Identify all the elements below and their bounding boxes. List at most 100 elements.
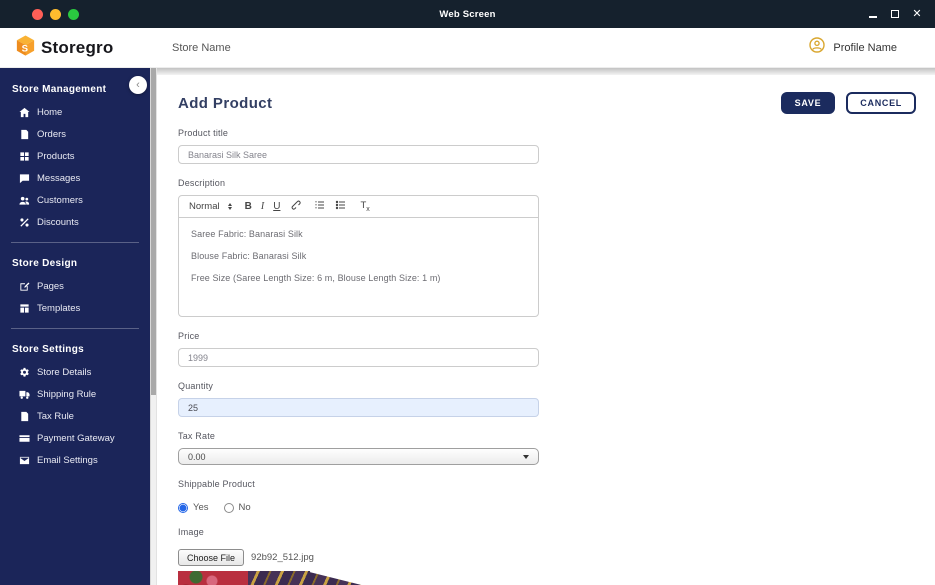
- sidebar-section-title: Store Design: [12, 258, 78, 269]
- description-paragraph: Blouse Fabric: Banarasi Silk: [191, 251, 307, 261]
- pages-icon: [18, 280, 30, 292]
- sidebar-item-label: Discounts: [37, 216, 79, 228]
- orders-icon: [18, 128, 30, 140]
- sidebar-item-orders[interactable]: Orders: [0, 123, 150, 145]
- discounts-icon: [18, 216, 30, 228]
- store-name: Store Name: [172, 41, 231, 54]
- close-icon[interactable]: ✕: [909, 6, 925, 22]
- sidebar-item-products[interactable]: Products: [0, 145, 150, 167]
- store-details-icon: [18, 366, 30, 378]
- bullet-list-icon[interactable]: [335, 199, 347, 214]
- traffic-lights: [32, 8, 79, 20]
- storegro-logo[interactable]: S Storegro: [0, 34, 150, 62]
- sidebar-collapse-button[interactable]: ‹: [129, 76, 147, 94]
- description-label: Description: [178, 178, 226, 188]
- shippable-yes-radio[interactable]: Yes: [178, 502, 209, 513]
- sidebar-item-discounts[interactable]: Discounts: [0, 211, 150, 233]
- quantity-input[interactable]: [178, 398, 539, 417]
- sidebar-item-label: Home: [37, 106, 63, 118]
- home-icon: [18, 106, 30, 118]
- description-paragraph: Saree Fabric: Banarasi Silk: [191, 229, 303, 239]
- svg-text:S: S: [22, 43, 29, 54]
- sidebar-item-label: Templates: [37, 302, 81, 314]
- bold-button[interactable]: B: [245, 201, 252, 212]
- zoom-traffic-light-icon[interactable]: [68, 8, 79, 20]
- file-name: 92b92_512.jpg: [251, 552, 314, 563]
- save-button[interactable]: SAVE: [780, 92, 836, 114]
- clear-formatting-button[interactable]: Tx: [360, 200, 369, 212]
- italic-button[interactable]: I: [261, 201, 264, 212]
- profile-avatar-icon: [809, 37, 826, 58]
- sidebar-item-label: Email Settings: [37, 454, 98, 466]
- window-controls: ✕: [865, 6, 925, 22]
- product-title-label: Product title: [178, 128, 229, 138]
- app-header: S Storegro Store Name Profile Name: [0, 28, 935, 68]
- messages-icon: [18, 172, 30, 184]
- tax-rate-select[interactable]: 0.00: [178, 448, 539, 465]
- radio-circle-icon: [178, 502, 188, 513]
- select-caret-icon: [523, 454, 529, 459]
- shippable-no-radio[interactable]: No: [223, 502, 251, 513]
- products-icon: [18, 150, 30, 162]
- app-window: Web Screen ✕ S Storegro Store Name Profi…: [0, 0, 935, 585]
- quantity-label: Quantity: [178, 381, 214, 391]
- sidebar-item-messages[interactable]: Messages: [0, 167, 150, 189]
- product-title-input[interactable]: [178, 145, 539, 164]
- sidebar-item-templates[interactable]: Templates: [0, 297, 150, 319]
- dropdown-caret-icon: [227, 203, 232, 210]
- minimize-icon[interactable]: [865, 6, 881, 22]
- profile-name: Profile Name: [833, 41, 897, 54]
- sidebar-item-email-settings[interactable]: Email Settings: [0, 449, 150, 471]
- logo-cube-icon: S: [14, 34, 37, 62]
- email-icon: [18, 454, 30, 466]
- sidebar-sections: Store Management Home Orders Products Messag…: [0, 70, 150, 471]
- vertical-scrollbar[interactable]: [150, 68, 157, 585]
- sidebar-item-label: Shipping Rule: [37, 388, 97, 400]
- sidebar: ‹ Store Management Home Orders Products Mess…: [0, 68, 150, 585]
- sidebar-item-payment-gateway[interactable]: Payment Gateway: [0, 427, 150, 449]
- window-title: Web Screen: [439, 8, 496, 20]
- minimize-traffic-light-icon[interactable]: [50, 8, 61, 20]
- shippable-product-label: Shippable Product: [178, 479, 255, 489]
- description-paragraph: Free Size (Saree Length Size: 6 m, Blous…: [191, 273, 441, 283]
- sidebar-item-label: Pages: [37, 280, 64, 292]
- sidebar-item-store-details[interactable]: Store Details: [0, 361, 150, 383]
- customers-icon: [18, 194, 30, 206]
- editor-toolbar: Normal B I U Tx: [179, 196, 538, 218]
- shippable-radio-group: Yes No: [178, 502, 539, 513]
- sidebar-section-title: Store Management: [12, 84, 107, 95]
- sidebar-item-shipping-rule[interactable]: Shipping Rule: [0, 383, 150, 405]
- templates-icon: [18, 302, 30, 314]
- header-shadow: [157, 68, 935, 75]
- radio-circle-icon: [223, 502, 234, 513]
- titlebar: Web Screen ✕: [0, 0, 935, 28]
- payment-icon: [18, 432, 30, 444]
- sidebar-item-customers[interactable]: Customers: [0, 189, 150, 211]
- page-title: Add Product: [178, 94, 273, 112]
- sidebar-item-home[interactable]: Home: [0, 101, 150, 123]
- maximize-icon[interactable]: [887, 6, 903, 22]
- sidebar-section-title: Store Settings: [12, 344, 84, 355]
- scrollbar-thumb[interactable]: [151, 68, 156, 395]
- sidebar-item-label: Store Details: [37, 366, 92, 378]
- price-input[interactable]: [178, 348, 539, 367]
- link-icon[interactable]: [289, 199, 302, 214]
- ordered-list-icon[interactable]: [314, 199, 326, 214]
- tax-icon: [18, 410, 30, 422]
- sidebar-item-pages[interactable]: Pages: [0, 275, 150, 297]
- underline-button[interactable]: U: [273, 201, 280, 212]
- image-file-input: Choose File 92b92_512.jpg: [178, 549, 539, 566]
- description-content[interactable]: Saree Fabric: Banarasi Silk Blouse Fabric…: [179, 218, 538, 316]
- description-editor: Normal B I U Tx Saree Fabric: Banarasi S…: [178, 195, 539, 317]
- choose-file-button[interactable]: Choose File: [178, 549, 245, 566]
- sidebar-item-label: Payment Gateway: [37, 432, 115, 444]
- profile-menu[interactable]: Profile Name: [809, 37, 897, 58]
- cancel-button[interactable]: CANCEL: [846, 92, 916, 114]
- price-label: Price: [178, 331, 200, 341]
- paragraph-style-dropdown[interactable]: Normal: [189, 201, 232, 212]
- image-label: Image: [178, 527, 205, 537]
- add-product-form: Product title Description Normal: [178, 128, 539, 585]
- sidebar-item-tax-rule[interactable]: Tax Rule: [0, 405, 150, 427]
- tax-rate-label: Tax Rate: [178, 431, 216, 441]
- close-traffic-light-icon[interactable]: [32, 8, 43, 20]
